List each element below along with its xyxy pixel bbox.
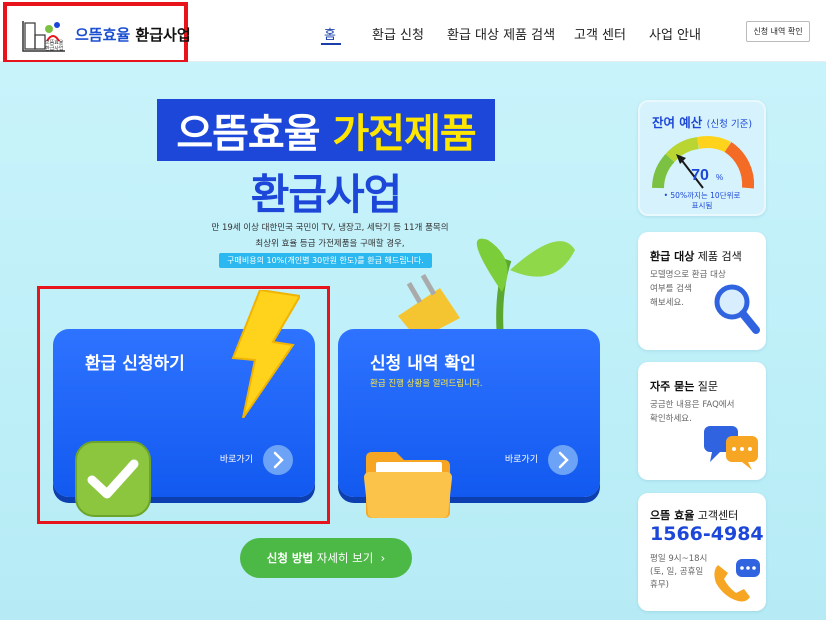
apply-card-go-label: 바로가기 [219,455,253,465]
budget-percent: 70 [691,167,709,184]
faq-panel[interactable]: 자주 묻는 질문 궁금한 내용은 FAQ에서 확인하세요. [638,362,766,480]
phone-call-icon [714,559,760,602]
nav-customer-center[interactable]: 고객 센터 [574,24,626,43]
remaining-budget-panel: 잔여 예산 (신청 기준) 70 % • 50%까지는 10단위로 표시됨 [638,100,766,216]
budget-title: 잔여 예산 (신청 기준) [651,115,753,130]
budget-gauge: 70 % [652,136,755,192]
customer-center-hours: 평일 9시~18시 (토, 일, 공휴일 휴무) [650,554,708,590]
nav-refund-apply[interactable]: 환급 신청 [372,24,424,43]
history-check-button[interactable]: 신청 내역 확인 [746,21,810,42]
logo-title: 으뜸효율 환급사업 [75,26,191,44]
nav-product-search[interactable]: 환급 대상 제품 검색 [447,24,555,43]
faq-desc: 궁금한 내용은 FAQ에서 확인하세요. [650,400,735,424]
budget-note: • 50%까지는 10단위로 표시됨 [663,191,741,210]
lightning-icon [231,290,300,418]
product-search-panel[interactable]: 환급 대상 제품 검색 모델명으로 환급 대상 여부를 검색 해보세요. [638,232,766,350]
nav-active-indicator [321,43,341,45]
folder-icon [364,452,452,518]
apply-go-arrow-icon[interactable] [263,445,293,475]
check-badge-icon [75,441,151,517]
plant-plug-illustration [398,238,575,340]
chevron-right-icon: › [380,551,386,565]
history-card-title: 신청 내역 확인 [370,354,476,374]
chat-bubbles-icon [704,426,758,470]
faq-title: 자주 묻는 질문 [650,380,719,393]
hero-title-line2: 환급사업 [250,170,403,219]
budget-percent-unit: % [716,173,723,182]
product-search-title: 환급 대상 제품 검색 [650,250,742,263]
history-go-arrow-icon[interactable] [548,445,578,475]
customer-center-panel: 으뜸 효율 고객센터 1566-4984 평일 9시~18시 (토, 일, 공휴일… [638,493,766,611]
magnifier-icon [714,284,760,334]
customer-center-phone[interactable]: 1566-4984 [650,523,764,545]
nav-business-info[interactable]: 사업 안내 [649,24,701,43]
logo-subtitle: 으뜸효율 환급사업 [45,40,64,52]
history-card-go-label: 바로가기 [504,455,538,465]
history-card-subtitle: 환급 진행 상황을 알려드립니다. [370,379,483,389]
apply-card-title: 환급 신청하기 [85,354,185,374]
customer-center-title: 으뜸 효율 고객센터 [650,509,739,522]
nav-home[interactable]: 홈 [324,24,336,43]
logo-link[interactable]: 으뜸효율 환급사업 으뜸효율 환급사업 [3,2,191,64]
detail-guide-button[interactable]: 신청 방법 자세히 보기 › [240,538,412,578]
site-header: 으뜸효율 환급사업 으뜸효율 환급사업 홈 환급 신청 환급 대상 제품 검색 … [0,0,826,64]
hero-title: 으뜸효율 가전제품 [176,111,476,157]
